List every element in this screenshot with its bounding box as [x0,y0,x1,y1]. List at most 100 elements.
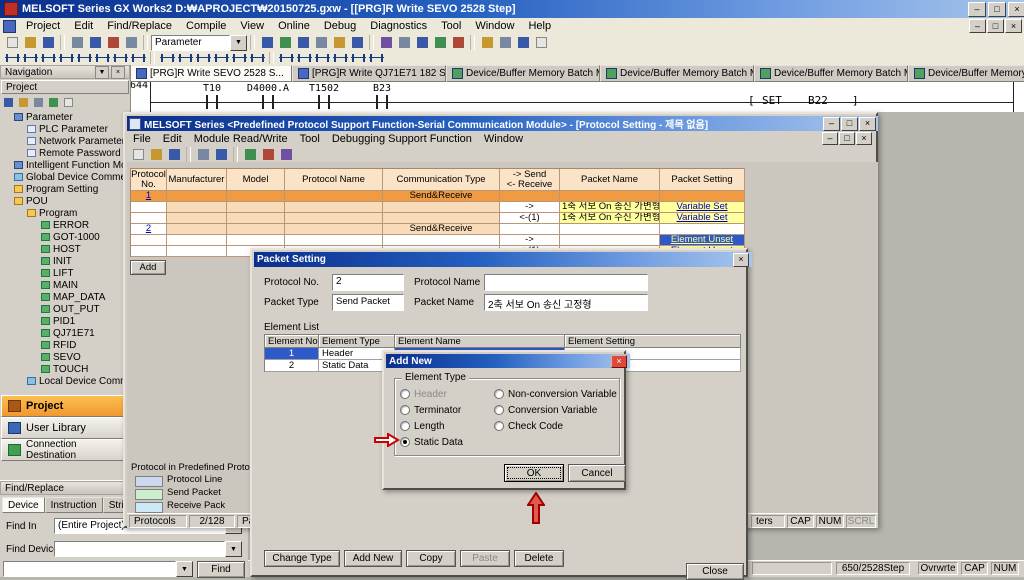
tab-prg-sevo[interactable]: [PRG]R Write SEVO 2528 S... [130,65,292,82]
tree-item[interactable]: INIT [0,255,130,267]
radio-header[interactable]: Header [400,388,447,400]
ladder-line-icon[interactable] [194,52,212,64]
tab-device-monitor-2[interactable]: Device/Buffer Memory Batch M... [600,65,754,82]
menu-compile[interactable]: Compile [179,18,233,34]
close-button[interactable]: × [859,116,876,131]
table-cell[interactable] [383,213,500,224]
tree-item[interactable]: ERROR [0,219,130,231]
tree-item[interactable]: SEVO [0,351,130,363]
table-cell[interactable] [383,202,500,213]
tree-item[interactable]: PID1 [0,315,130,327]
change-type-button[interactable]: Change Type [264,550,340,567]
tree-item[interactable]: PLC Parameter [0,123,130,135]
table-cell[interactable] [131,246,167,257]
column-header[interactable]: Protocol No. [131,169,167,191]
ladder-edit-icon[interactable] [331,52,349,64]
ok-button[interactable]: OK [504,464,564,482]
menu-view[interactable]: View [233,18,271,34]
tab-device-monitor-1[interactable]: Device/Buffer Memory Batch M... [446,65,600,82]
packet-name-field[interactable]: 2축 서보 On 송신 고정형 [484,294,648,311]
close-icon[interactable]: × [111,65,125,79]
toolbar-icon[interactable] [377,35,395,50]
column-header[interactable]: Protocol Name [285,169,383,191]
close-button[interactable]: × [611,354,627,368]
ladder-edit-icon[interactable] [295,52,313,64]
receive-direction-cell[interactable]: <-(1) [500,213,560,224]
toolbar-icon[interactable] [478,35,496,50]
column-header[interactable]: Communication Type [383,169,500,191]
toolbar-icon[interactable] [294,35,312,50]
tree-item[interactable]: Remote Password [0,147,130,159]
column-header[interactable]: Packet Setting [660,169,745,191]
table-cell[interactable] [660,224,745,235]
toolbar-icon[interactable] [413,35,431,50]
toolbar-icon[interactable] [129,147,147,162]
minimize-button[interactable]: – [823,116,840,131]
ladder-edit-icon[interactable] [277,52,295,64]
tree-item[interactable]: RFID [0,339,130,351]
table-cell[interactable] [131,235,167,246]
child-close-button[interactable]: × [856,132,872,145]
table-cell[interactable] [227,235,285,246]
toolbar-icon[interactable] [165,147,183,162]
ladder-line-icon[interactable] [212,52,230,64]
save-icon[interactable] [39,35,57,50]
radio-terminator[interactable]: Terminator [400,404,461,416]
table-cell[interactable] [285,224,383,235]
ladder-line-icon[interactable] [158,52,176,64]
delete-button[interactable]: Delete [514,550,564,567]
menu-edit[interactable]: Edit [67,18,100,34]
tab-device-monitor-3[interactable]: Device/Buffer Memory Batch M... [754,65,908,82]
paste-button[interactable]: Paste [460,550,510,567]
menu-edit[interactable]: Edit [157,132,188,146]
table-cell[interactable] [560,191,660,202]
ladder-coil-icon[interactable] [93,52,111,64]
close-dialog-button[interactable]: Close [686,563,744,580]
ladder-branch-icon[interactable] [230,52,248,64]
menu-debug[interactable]: Debug [317,18,363,34]
toolbar-icon[interactable] [61,96,76,108]
tree-item[interactable]: Global Device Comment [0,171,130,183]
tree-item[interactable]: Intelligent Function Mod [0,159,130,171]
toolbar-icon[interactable] [395,35,413,50]
table-cell[interactable] [285,191,383,202]
column-header[interactable]: Model [227,169,285,191]
table-cell[interactable] [285,202,383,213]
table-cell[interactable] [131,202,167,213]
add-new-button[interactable]: Add New [344,550,402,567]
ladder-edit-icon[interactable] [367,52,385,64]
table-cell[interactable] [227,213,285,224]
table-cell[interactable] [167,246,227,257]
open-project-icon[interactable] [21,35,39,50]
undo-icon[interactable] [122,35,140,50]
tree-item[interactable]: POU [0,195,130,207]
toolbar-icon[interactable] [532,35,550,50]
column-header[interactable]: -> Send <- Receive [500,169,560,191]
radio-conversion-variable[interactable]: Conversion Variable [494,404,597,416]
protocol-number-link[interactable]: 2 [146,224,151,234]
ladder-line-icon[interactable] [176,52,194,64]
menu-project[interactable]: Project [19,18,67,34]
column-header[interactable]: Element Name [395,335,565,348]
tab-device[interactable]: Device [2,497,45,513]
child-restore-button[interactable]: □ [839,132,855,145]
table-cell[interactable] [500,224,560,235]
table-cell[interactable] [660,191,745,202]
chevron-down-icon[interactable]: ▼ [176,561,193,577]
table-cell[interactable] [167,191,227,202]
cancel-button[interactable]: Cancel [568,464,626,482]
maximize-button[interactable]: □ [988,1,1006,17]
restore-button[interactable]: □ [841,116,858,131]
table-cell[interactable] [500,191,560,202]
radio-static-data[interactable]: Static Data [400,436,463,448]
column-header[interactable]: Packet Name [560,169,660,191]
radio-non-conversion-variable[interactable]: Non-conversion Variable [494,388,617,400]
column-header[interactable]: Element No. [265,335,319,348]
menu-window[interactable]: Window [478,132,529,146]
tree-item[interactable]: QJ71E71 [0,327,130,339]
find-target-combo[interactable]: ▼ [3,561,193,577]
menu-module-read-write[interactable]: Module Read/Write [188,132,294,146]
packet-name-cell[interactable]: 1축 서보 On 송신 가변형 [560,202,660,213]
chevron-down-icon[interactable]: ▼ [225,541,242,557]
table-cell[interactable] [227,191,285,202]
